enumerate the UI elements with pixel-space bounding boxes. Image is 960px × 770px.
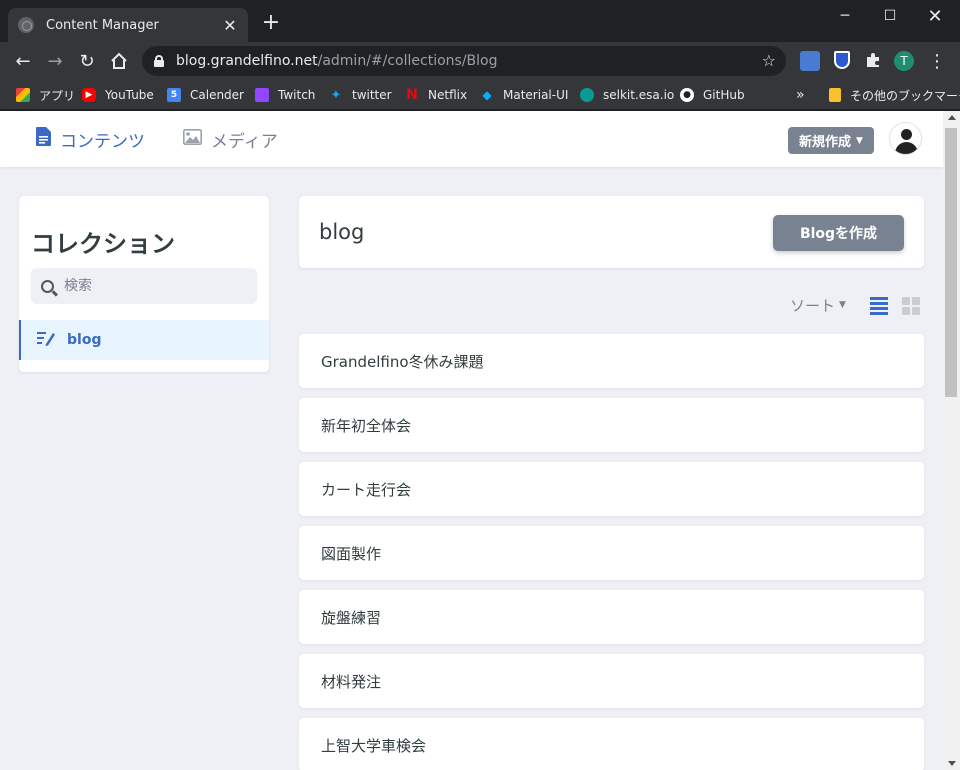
lock-icon — [154, 55, 164, 67]
minimize-button[interactable]: ─ — [822, 0, 868, 32]
list-item[interactable]: 図面製作 — [299, 526, 924, 580]
scrollbar-thumb[interactable] — [945, 128, 957, 397]
bookmarks-bar: アプリ ▶ YouTube 5 Calender Twitch ✦ twitte… — [0, 80, 960, 110]
esa-icon — [580, 88, 594, 102]
list-controls: ソート ▼ — [790, 294, 920, 316]
app-header: コンテンツ メディア 新規作成 ▼ — [0, 111, 943, 167]
user-avatar[interactable] — [889, 122, 922, 155]
reload-icon[interactable]: ↻ — [74, 48, 100, 74]
bookmark-github[interactable]: ● GitHub — [680, 86, 745, 104]
bookmark-other[interactable]: その他のブックマーク — [829, 86, 960, 104]
new-button-label: 新規作成 — [799, 135, 852, 150]
avatar-head — [901, 129, 912, 140]
bookmark-label: Material-UI — [503, 88, 569, 102]
bookmark-label: selkit.esa.io — [603, 88, 675, 102]
maximize-button[interactable]: ☐ — [867, 0, 913, 32]
apps-grid-icon — [16, 88, 30, 102]
list-item[interactable]: 材料発注 — [299, 654, 924, 708]
twitter-icon: ✦ — [330, 87, 342, 103]
list-item[interactable]: 新年初全体会 — [299, 398, 924, 452]
grid-view-icon[interactable] — [902, 297, 920, 315]
bookmark-material-ui[interactable]: ◆ Material-UI — [480, 86, 568, 104]
new-tab-button[interactable]: + — [260, 12, 282, 34]
new-entry-dropdown-button[interactable]: 新規作成 ▼ — [788, 127, 874, 154]
bookmark-label: Netflix — [428, 88, 468, 102]
bookmark-label: Twitch — [278, 88, 316, 102]
extensions-puzzle-icon[interactable] — [864, 51, 884, 71]
sidebar-title: コレクション — [31, 230, 175, 258]
globe-icon — [18, 17, 34, 33]
sort-dropdown[interactable]: ソート ▼ — [790, 295, 846, 316]
calendar-icon: 5 — [167, 88, 181, 102]
github-icon: ● — [680, 88, 694, 102]
scroll-down-arrow-icon[interactable] — [948, 761, 956, 766]
nav-contents[interactable]: コンテンツ — [36, 127, 145, 152]
window-close-button[interactable]: ✕ — [912, 0, 958, 32]
bookmark-label: YouTube — [105, 88, 154, 102]
sidebar-item-blog[interactable]: blog — [19, 320, 269, 360]
netflix-icon: N — [406, 87, 418, 103]
scroll-up-arrow-icon[interactable] — [948, 115, 956, 120]
create-entry-button[interactable]: Blogを作成 — [773, 215, 904, 251]
bookmark-netflix[interactable]: N Netflix — [405, 86, 467, 104]
bookmark-label: twitter — [352, 88, 392, 102]
page-scrollbar[interactable] — [943, 111, 960, 770]
material-ui-icon: ◆ — [482, 88, 492, 102]
browser-tab-strip: Content Manager ✕ + ─ ☐ ✕ — [0, 0, 960, 42]
collections-sidebar: コレクション blog — [19, 196, 269, 372]
search-icon — [41, 279, 54, 293]
page-content: コンテンツ メディア 新規作成 ▼ コレクション blog — [0, 111, 960, 770]
browser-tab[interactable]: Content Manager ✕ — [8, 8, 248, 42]
list-item[interactable]: Grandelfino冬休み課題 — [299, 334, 924, 388]
close-tab-icon[interactable]: ✕ — [222, 16, 238, 35]
sort-label: ソート — [790, 296, 836, 315]
url-path: /admin/#/collections/Blog — [317, 53, 498, 69]
nav-media[interactable]: メディア — [183, 127, 278, 152]
avatar-body — [895, 142, 918, 154]
translate-extension-icon[interactable] — [800, 51, 820, 71]
bookmark-apps[interactable]: アプリ — [16, 86, 75, 104]
forward-arrow-icon[interactable]: → — [42, 48, 68, 74]
bookmark-esa[interactable]: selkit.esa.io — [580, 86, 674, 104]
bookmark-twitch[interactable]: Twitch — [255, 86, 315, 104]
search-input[interactable] — [64, 278, 244, 294]
document-icon — [36, 127, 51, 151]
tab-title: Content Manager — [46, 17, 159, 33]
bookmark-calender[interactable]: 5 Calender — [167, 86, 244, 104]
browser-toolbar: ← → ↻ blog.grandelfino.net/admin/#/colle… — [0, 42, 960, 80]
twitch-icon — [255, 88, 269, 102]
image-icon — [183, 128, 202, 150]
back-arrow-icon[interactable]: ← — [10, 48, 36, 74]
list-item[interactable]: カート走行会 — [299, 462, 924, 516]
bookmark-label: その他のブックマーク — [850, 88, 960, 103]
list-item[interactable]: 上智大学車検会 — [299, 718, 924, 770]
nav-media-label: メディア — [211, 131, 278, 152]
list-view-icon[interactable] — [870, 297, 888, 315]
folder-icon — [829, 88, 841, 102]
home-icon[interactable] — [106, 48, 132, 74]
nav-contents-label: コンテンツ — [60, 131, 145, 152]
caret-down-icon: ▼ — [856, 135, 863, 146]
sidebar-item-label: blog — [67, 332, 102, 348]
collection-search[interactable] — [31, 268, 257, 304]
profile-avatar[interactable]: T — [894, 51, 914, 71]
bookmark-label: アプリ — [39, 88, 76, 103]
browser-menu-icon[interactable]: ⋮ — [924, 48, 950, 74]
address-bar[interactable]: blog.grandelfino.net/admin/#/collections… — [142, 46, 786, 76]
edit-list-icon — [37, 330, 55, 350]
bookmark-label: GitHub — [703, 88, 745, 102]
collection-header: blog Blogを作成 — [299, 196, 924, 268]
bookmark-youtube[interactable]: ▶ YouTube — [82, 86, 154, 104]
shield-extension-icon[interactable] — [834, 51, 850, 69]
bookmark-twitter[interactable]: ✦ twitter — [329, 86, 392, 104]
collection-title: blog — [319, 220, 365, 244]
youtube-icon: ▶ — [82, 88, 96, 102]
bookmarks-overflow-button[interactable]: » — [796, 86, 805, 104]
list-item[interactable]: 旋盤練習 — [299, 590, 924, 644]
url-host: blog.grandelfino.net — [176, 53, 318, 69]
bookmark-label: Calender — [190, 88, 244, 102]
bookmark-star-icon[interactable]: ☆ — [762, 51, 776, 70]
caret-down-icon: ▼ — [839, 300, 846, 310]
